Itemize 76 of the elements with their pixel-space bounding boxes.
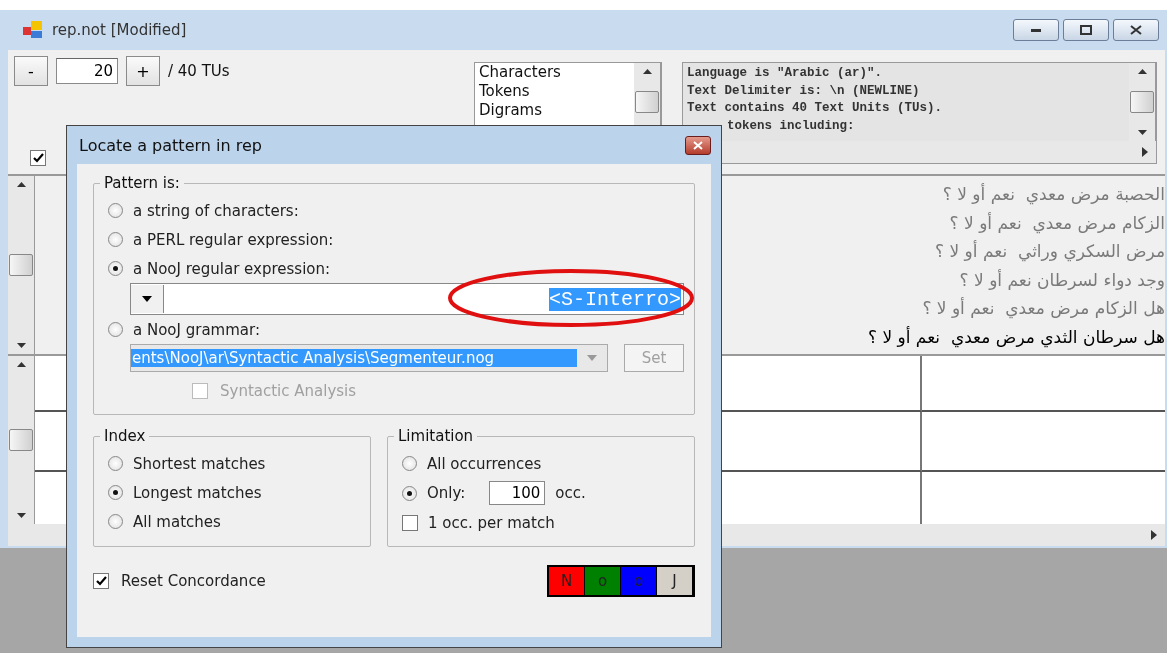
scroll-down-icon[interactable] [16, 513, 26, 518]
maximize-button[interactable] [1063, 19, 1109, 41]
text-unit-line: الحصبة مرض معدي نعم أو لا ؟ [942, 182, 1165, 207]
radio-button[interactable] [108, 456, 123, 471]
option-label: a NooJ regular expression: [133, 259, 331, 278]
checkbox[interactable] [93, 573, 109, 589]
dropdown-icon[interactable] [142, 296, 152, 302]
vertical-scrollbar[interactable] [8, 356, 35, 524]
close-button[interactable] [685, 135, 711, 155]
close-icon [693, 140, 703, 150]
group-label: Limitation [397, 427, 475, 445]
checkbox[interactable] [402, 515, 418, 531]
text-unit-line: الزكام مرض معدي نعم أو لا ؟ [949, 211, 1165, 236]
scroll-thumb[interactable] [635, 91, 659, 113]
scroll-up-icon[interactable] [16, 182, 26, 187]
color-button[interactable]: J [657, 567, 693, 595]
maximize-icon [1080, 25, 1092, 35]
next-button[interactable]: + [126, 56, 160, 86]
radio-button[interactable] [108, 322, 123, 337]
option-label: All matches [133, 512, 221, 531]
unit-total: / 40 TUs [168, 62, 230, 80]
option-label: Shortest matches [133, 454, 266, 473]
group-label: Index [103, 427, 147, 445]
text-unit-line: هل الزكام مرض معدي نعم أو لا ؟ [922, 296, 1165, 321]
option-label: All occurrences [427, 454, 542, 473]
vertical-scrollbar[interactable] [1129, 63, 1156, 141]
checkbox-label: Syntactic Analysis [220, 382, 357, 400]
info-line: Text Delimiter is: \n (NEWLINE) [687, 82, 921, 100]
radio-button[interactable] [108, 203, 123, 218]
scroll-down-icon[interactable] [16, 343, 26, 348]
option-label: a PERL regular expression: [133, 230, 334, 249]
info-line: Language is "Arabic (ar)". [687, 65, 884, 82]
group-label: Pattern is: [103, 174, 181, 192]
scroll-thumb[interactable] [9, 429, 33, 451]
text-unit-line: وجد دواء لسرطان نعم أو لا ؟ [959, 268, 1165, 292]
scroll-up-icon[interactable] [1137, 69, 1147, 74]
minimize-icon [1031, 28, 1041, 32]
checkbox-label: 1 occ. per match [428, 514, 555, 532]
radio-button[interactable] [402, 485, 417, 501]
scroll-thumb[interactable] [9, 254, 33, 276]
window-title: rep.not [Modified] [52, 21, 187, 39]
radio-button[interactable] [108, 261, 123, 276]
text-unit-line: هل سرطان الثدي مرض معدي نعم أو لا ؟ [867, 325, 1165, 350]
scroll-right-icon[interactable] [1142, 147, 1148, 157]
scroll-right-icon[interactable] [1151, 530, 1157, 540]
list-item[interactable]: Digrams [479, 101, 634, 120]
app-icon [22, 20, 44, 40]
radio-button[interactable] [108, 514, 123, 529]
unit-label: occ. [555, 484, 586, 502]
scroll-thumb[interactable] [1130, 91, 1154, 113]
checkbox-label: Reset Concordance [121, 572, 266, 590]
scroll-up-icon[interactable] [16, 362, 26, 367]
count-field[interactable]: 100 [489, 481, 546, 505]
radio-button[interactable] [402, 456, 417, 471]
radio-button[interactable] [108, 485, 123, 500]
option-label: a string of characters: [133, 201, 299, 220]
checkbox[interactable] [30, 150, 46, 166]
option-label: Only: [427, 484, 466, 502]
close-button[interactable] [1113, 19, 1159, 41]
list-item[interactable]: Tokens [479, 82, 634, 101]
scroll-down-icon[interactable] [1137, 130, 1147, 135]
option-label: a NooJ grammar: [133, 320, 260, 339]
previous-button[interactable]: - [14, 56, 48, 86]
color-button[interactable]: N [549, 567, 585, 595]
unit-number-field[interactable]: 20 [56, 58, 118, 84]
close-icon [1130, 25, 1142, 35]
scroll-up-icon[interactable] [642, 69, 652, 74]
list-item[interactable]: Characters [479, 63, 634, 82]
vertical-scrollbar[interactable] [8, 176, 35, 354]
dialog-title: Locate a pattern in rep [79, 135, 262, 155]
radio-button[interactable] [108, 232, 123, 247]
info-line: Text contains 40 Text Units (TUs). [687, 100, 944, 117]
info-line: tokens including: [726, 117, 856, 135]
minimize-button[interactable] [1013, 19, 1059, 41]
option-label: Longest matches [133, 483, 262, 502]
text-unit-line: مرض السكري وراثي نعم أو لا ؟ [935, 239, 1165, 264]
